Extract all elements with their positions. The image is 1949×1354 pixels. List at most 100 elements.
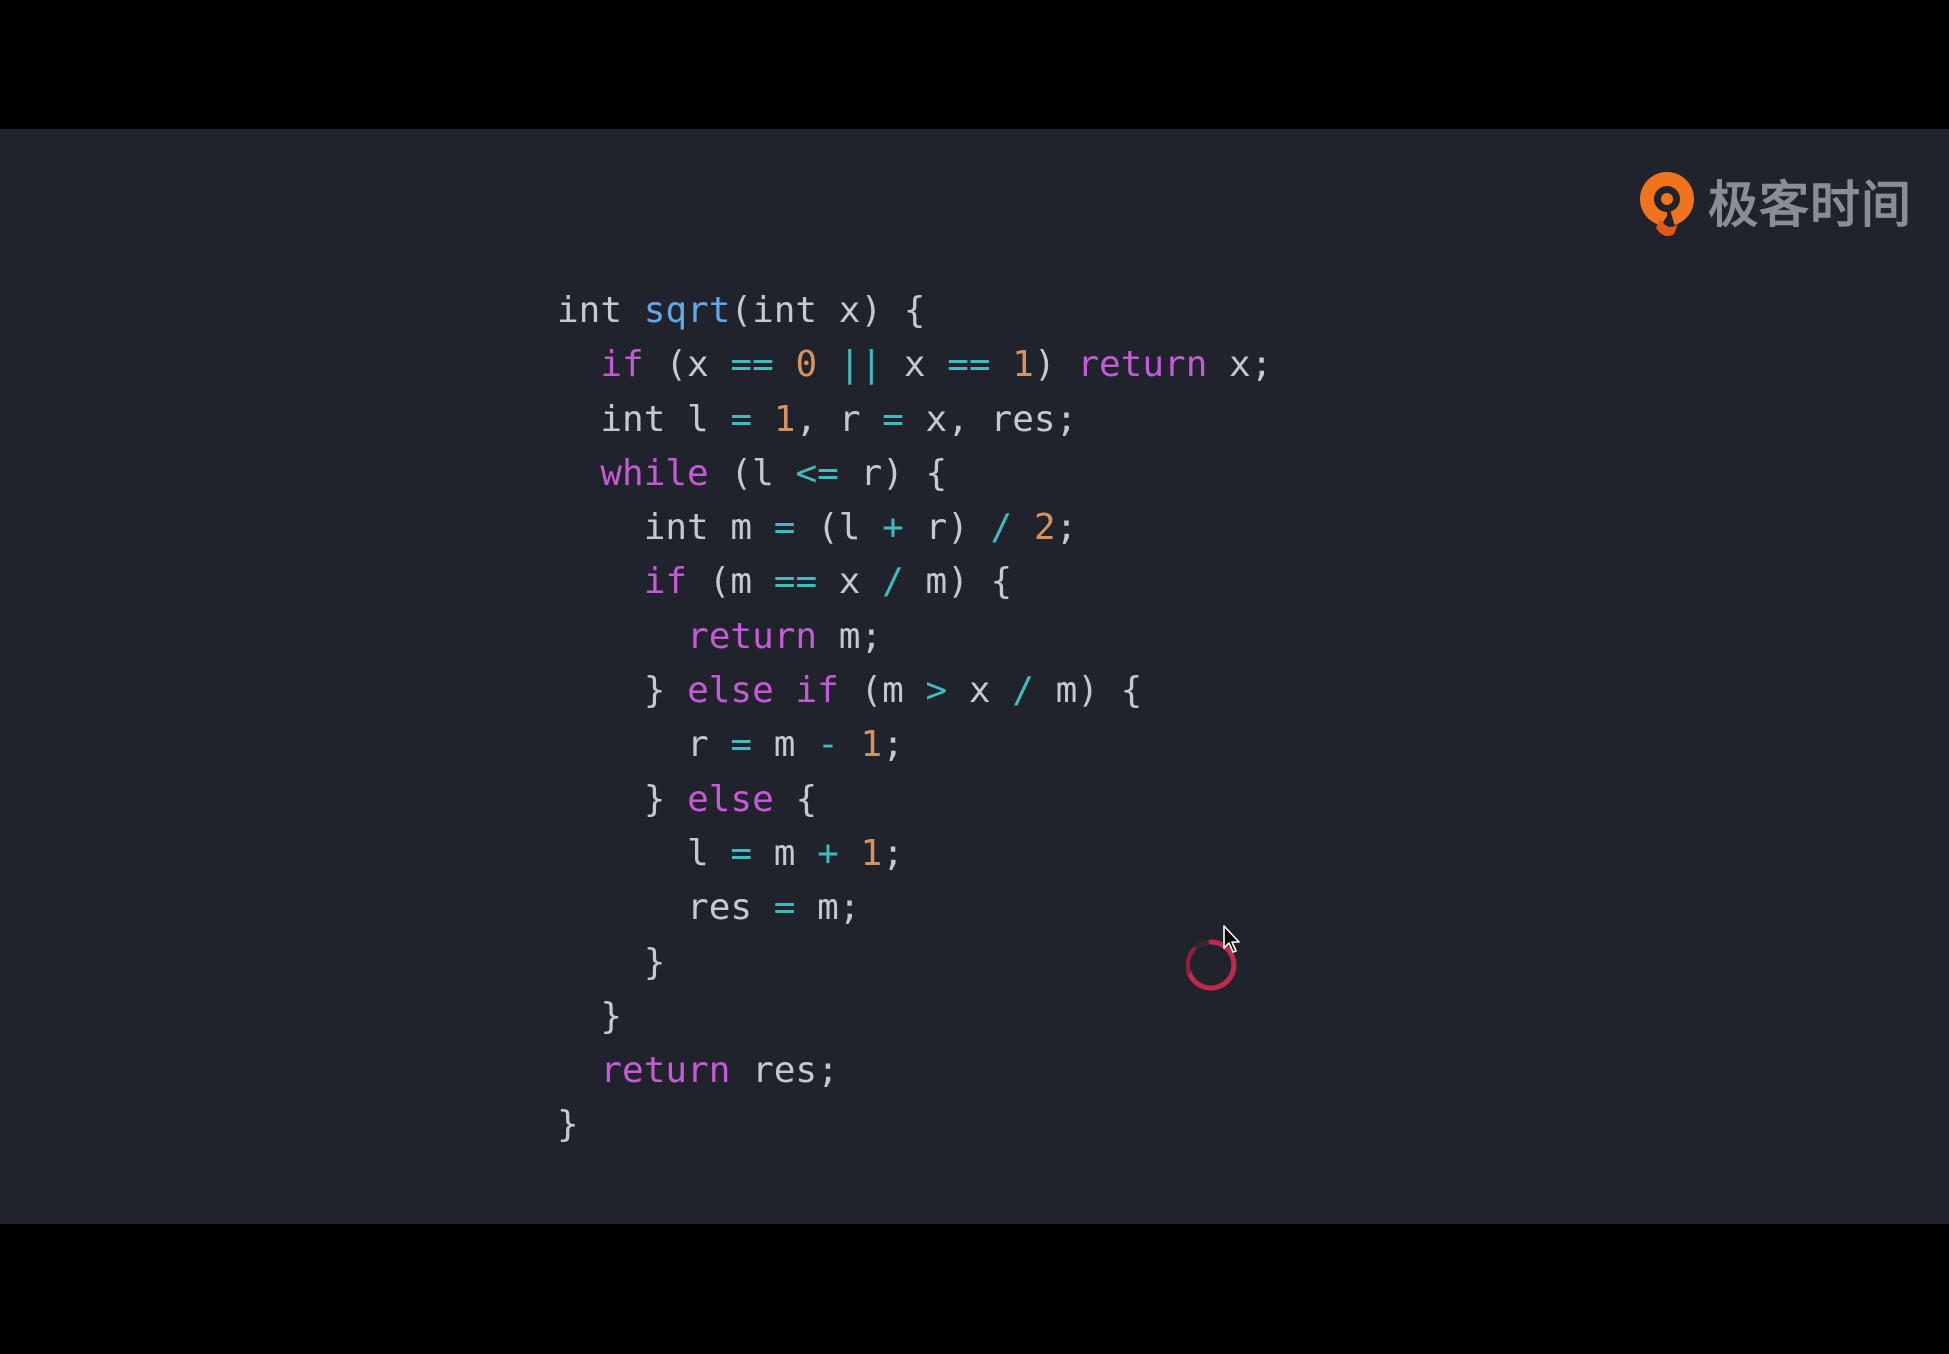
code-line: int m = (l + r) / 2; [557, 501, 1272, 555]
code-token-operator: = [882, 398, 904, 440]
code-token-text: ; [1055, 507, 1078, 549]
code-line: r = m - 1; [557, 718, 1272, 772]
code-token-text: , r [795, 398, 883, 440]
code-token-text: } [643, 670, 688, 712]
code-token-text: m [752, 832, 818, 874]
code-token-text: (m [838, 670, 926, 712]
code-token-operator: + [817, 832, 839, 874]
code-token-text: (m [687, 561, 774, 603]
mouse-cursor-icon [1223, 925, 1240, 953]
code-token-text: } [643, 941, 666, 983]
code-token-keyword: while [600, 452, 709, 494]
code-token-text: } [557, 1104, 579, 1146]
code-token-keyword: else [687, 670, 774, 712]
code-token-operator: / [990, 507, 1013, 549]
code-line: int l = 1, r = x, res; [557, 393, 1272, 447]
code-line: } [557, 936, 1272, 990]
code-token-text: } [643, 778, 688, 820]
code-token-operator: == [947, 344, 991, 386]
geektime-logo-icon [1640, 172, 1694, 236]
code-token-text: (l [708, 452, 796, 494]
code-token-text: res [687, 887, 774, 929]
code-token-text: res; [730, 1050, 839, 1092]
code-token-keyword: if [600, 344, 644, 386]
code-token-operator: + [882, 507, 904, 549]
code-token-operator: / [882, 561, 904, 603]
code-token-text: r) [903, 507, 991, 549]
code-token-text: ; [882, 724, 904, 766]
code-token-function: sqrt [643, 290, 731, 331]
code-line: if (x == 0 || x == 1) return x; [557, 338, 1272, 392]
brand-logo: 极客时间 [1636, 170, 1912, 240]
code-line: return res; [557, 1044, 1272, 1098]
code-token-keyword: return [687, 615, 818, 657]
code-token-operator: = [730, 832, 753, 874]
code-token-operator: - [817, 724, 839, 766]
code-line: } [557, 990, 1272, 1044]
code-token-text: (x [643, 344, 731, 386]
code-token-operator: == [773, 561, 818, 603]
code-token-text: (l [795, 507, 883, 549]
code-token-operator: == [730, 344, 774, 386]
code-token-operator: = [773, 507, 796, 549]
code-token-text: } [600, 995, 623, 1037]
code-token-keyword: if [795, 670, 839, 712]
code-token-operator: || [838, 344, 883, 386]
code-token-operator: = [730, 398, 753, 440]
code-token-text: ; [882, 832, 904, 874]
brand-name: 极客时间 [1708, 176, 1912, 234]
code-token-keyword: else [687, 778, 774, 820]
code-line: } else if (m > x / m) { [557, 664, 1272, 718]
code-token-text: m) { [1033, 670, 1143, 712]
code-token-number: 1 [860, 724, 883, 766]
code-line: res = m; [557, 881, 1272, 935]
code-token-text: x [882, 344, 948, 386]
code-token-text: l [687, 832, 731, 874]
code-line: l = m + 1; [557, 827, 1272, 881]
code-token-operator: > [925, 670, 948, 712]
code-block: int sqrt(int x) { if (x == 0 || x == 1) … [557, 284, 1272, 1153]
code-token-text: x [947, 670, 1013, 712]
code-token-operator: / [1012, 670, 1034, 712]
code-line: int sqrt(int x) { [557, 284, 1272, 338]
code-token-text: int l [600, 398, 731, 440]
code-token-number: 1 [1012, 344, 1034, 386]
code-token-text: x, res; [903, 398, 1078, 440]
code-line: if (m == x / m) { [557, 555, 1272, 609]
code-token-number: 1 [773, 398, 796, 440]
code-token-text: m) { [903, 561, 1013, 603]
code-token-text: x [817, 561, 883, 603]
code-token-number: 1 [860, 832, 883, 874]
video-frame: 极客时间 int sqrt(int x) { if (x == 0 || x =… [0, 0, 1949, 1354]
code-line: while (l <= r) { [557, 447, 1272, 501]
code-token-text: { [773, 778, 818, 820]
code-line: } else { [557, 773, 1272, 827]
code-token-text: m [752, 724, 818, 766]
code-token-keyword: if [643, 561, 688, 603]
code-token-number: 0 [795, 344, 818, 386]
code-token-text: m; [817, 615, 883, 657]
code-line: return m; [557, 610, 1272, 664]
